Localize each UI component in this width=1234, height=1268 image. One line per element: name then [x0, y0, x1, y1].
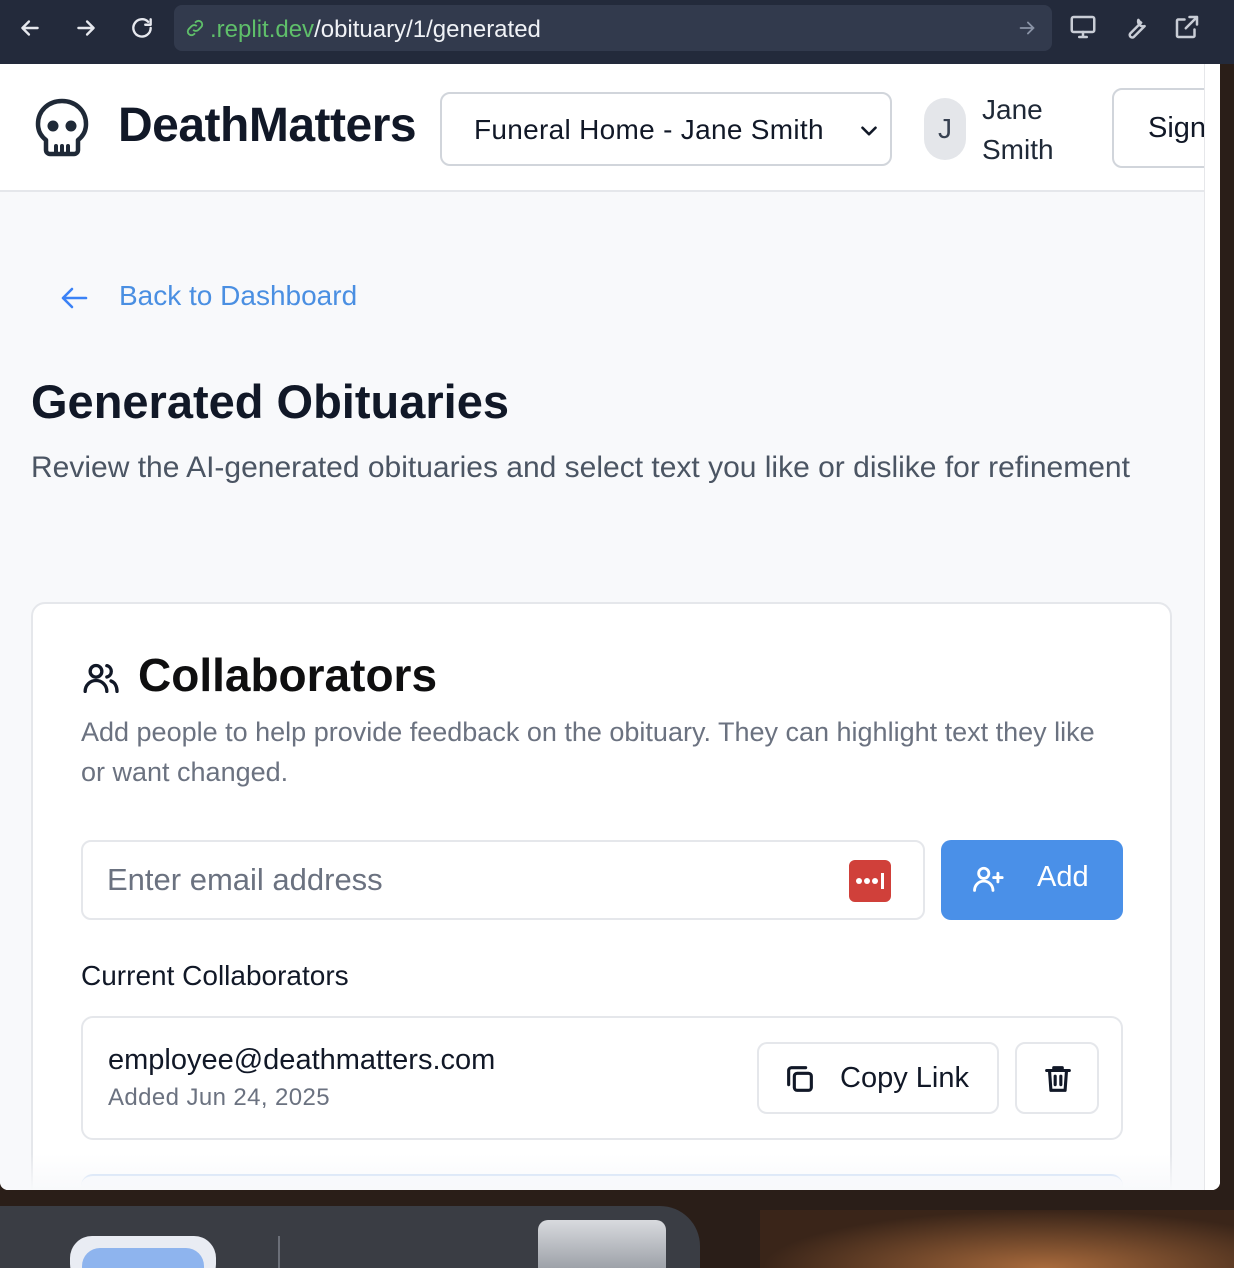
brand-name[interactable]: DeathMatters: [118, 98, 417, 153]
url-text: .replit.dev/obituary/1/generated: [210, 16, 541, 44]
dock-separator: [278, 1236, 280, 1268]
collaborator-added-date: Added Jun 24, 2025: [108, 1084, 331, 1111]
organization-select-value: Funeral Home - Jane Smith: [474, 114, 824, 145]
user-plus-icon: [971, 862, 1005, 896]
copy-icon: [783, 1062, 817, 1096]
email-field[interactable]: [81, 840, 925, 920]
forward-arrow-icon[interactable]: [68, 10, 104, 46]
scroll-fade: [0, 1154, 1204, 1190]
current-collaborators-heading: Current Collaborators: [81, 960, 349, 991]
add-button-label: Add: [1037, 861, 1089, 893]
password-manager-icon[interactable]: [849, 860, 891, 902]
link-icon: [184, 17, 206, 39]
organization-select[interactable]: Funeral Home - Jane Smith: [440, 92, 892, 166]
add-collaborator-button[interactable]: Add: [941, 840, 1123, 920]
scrollbar[interactable]: [1204, 64, 1220, 1190]
url-domain: .replit.dev: [210, 16, 315, 43]
trash-can-icon[interactable]: [538, 1220, 666, 1268]
copy-link-button[interactable]: Copy Link: [757, 1042, 999, 1114]
trash-icon: [1041, 1062, 1075, 1096]
desktop-wallpaper: [760, 1210, 1234, 1268]
user-name: Jane Smith: [982, 94, 1054, 165]
copy-link-label: Copy Link: [840, 1062, 969, 1094]
address-bar[interactable]: .replit.dev/obituary/1/generated: [174, 5, 1052, 51]
monitor-icon[interactable]: [1068, 12, 1100, 44]
wrench-icon[interactable]: [1120, 12, 1152, 44]
email-input[interactable]: [107, 860, 807, 900]
collaborator-row: employee@deathmatters.com Added Jun 24, …: [81, 1016, 1123, 1140]
page-title: Generated Obituaries: [31, 375, 509, 428]
page-subtitle: Review the AI-generated obituaries and s…: [31, 451, 1130, 484]
browser-toolbar: .replit.dev/obituary/1/generated: [0, 0, 1234, 64]
skull-icon: [34, 98, 90, 160]
page-viewport: DeathMatters Funeral Home - Jane Smith J…: [0, 64, 1220, 1190]
go-arrow-icon[interactable]: [1016, 17, 1038, 39]
dock-app-icon-inner: [82, 1248, 204, 1268]
arrow-left-icon: [58, 284, 90, 312]
reload-icon[interactable]: [124, 10, 160, 46]
app-header: DeathMatters Funeral Home - Jane Smith J…: [0, 64, 1220, 192]
avatar[interactable]: J: [924, 98, 966, 160]
back-arrow-icon[interactable]: [12, 10, 48, 46]
url-path: /obituary/1/generated: [314, 16, 541, 43]
back-link-label: Back to Dashboard: [119, 280, 358, 311]
chevron-down-icon: [856, 118, 882, 144]
sign-out-button-label: Sign: [1148, 112, 1207, 144]
collaborators-card: Collaborators Add people to help provide…: [31, 602, 1172, 1190]
scrollbar-thumb[interactable]: [1208, 68, 1218, 828]
collaborators-title: Collaborators: [138, 649, 438, 701]
collaborator-email: employee@deathmatters.com: [108, 1044, 496, 1076]
collaborators-description: Add people to help provide feedback on t…: [81, 717, 1095, 787]
users-icon: [81, 658, 121, 698]
external-link-icon[interactable]: [1172, 12, 1204, 44]
remove-collaborator-button[interactable]: [1015, 1042, 1099, 1114]
